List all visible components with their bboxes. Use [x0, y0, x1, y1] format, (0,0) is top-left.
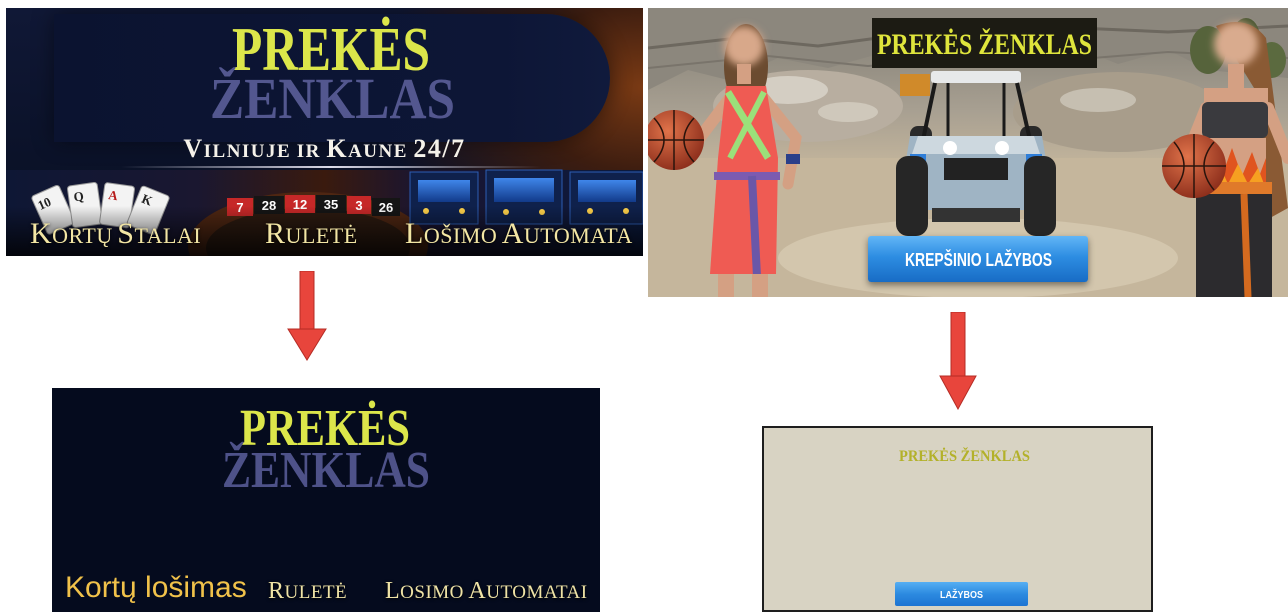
brand-line2: ŽENKLAS — [222, 441, 430, 499]
button-label: KREPŠINIO LAŽYBOS — [905, 249, 1052, 270]
category-roulette: RULETĖ — [268, 576, 347, 609]
arrow-down-icon — [287, 271, 327, 361]
tagline: VILNIUJE IR KAUNE 24/7 — [6, 134, 643, 168]
smallcaps-fragment: K — [326, 134, 349, 163]
smallcaps-fragment: R — [268, 578, 285, 604]
brand-line2: ŽENKLAS — [210, 66, 455, 131]
button-label-layer: LAŽYBOS — [940, 588, 983, 601]
smallcaps-fragment: ILNIUJE — [203, 141, 292, 162]
category-roulette: RULETĖ — [265, 216, 358, 256]
smallcaps-fragment: ULETĖ — [284, 582, 348, 603]
basketball-betting-button[interactable]: KREPŠINIO LAŽYBOS — [868, 236, 1088, 282]
betting-button[interactable]: LAŽYBOS — [895, 582, 1028, 606]
smallcaps-fragment: ORTŲ — [52, 223, 113, 248]
brand-label: PREKĖS ŽENKLAS — [877, 28, 1092, 61]
smallcaps-fragment: L — [385, 578, 401, 604]
smallcaps-fragment: OSIMO — [400, 582, 464, 603]
smallcaps-fragment: UTOMATA — [523, 223, 633, 248]
category-card-games: Kortų lošimas — [65, 571, 247, 604]
smallcaps-fragment: S — [117, 217, 135, 250]
blurred-face — [1214, 22, 1258, 66]
smallcaps-fragment: V — [183, 134, 204, 163]
brand-text: PREKĖS ŽENKLAS — [877, 28, 1092, 61]
casino-banner-revised: PREKĖS ŽENKLAS Kortų lošimas RULETĖ LOSI… — [52, 388, 600, 612]
smallcaps-fragment: R — [265, 217, 286, 250]
excavator — [900, 74, 930, 96]
smallcaps-fragment: A — [468, 578, 487, 604]
blurred-face — [724, 26, 764, 66]
smallcaps-fragment: UTOMATAI — [486, 582, 588, 603]
card-rank: Q — [73, 188, 85, 204]
button-label: LAŽYBOS — [940, 588, 983, 601]
category-slot-machines: LOSIMO AUTOMATAI — [385, 576, 588, 609]
brand-label-box: PREKĖS ŽENKLAS — [872, 18, 1097, 68]
divider-line — [121, 166, 541, 168]
sports-banner-original: PREKĖS ŽENKLAS KREPŠINIO LAŽYBOS — [648, 8, 1288, 297]
brand-text: PREKĖS ŽENKLAS — [899, 446, 1030, 465]
smallcaps-fragment: OŠIMO — [423, 223, 498, 248]
smallcaps-fragment: 24/7 — [413, 134, 466, 163]
smallcaps-fragment: A — [501, 217, 524, 250]
smallcaps-fragment: IR — [296, 141, 321, 162]
button-label-layer: KREPŠINIO LAŽYBOS — [905, 249, 1052, 270]
casino-banner-original: PREKĖS ŽENKLAS 10 Q A K 28 12 35 3 VILNI… — [6, 8, 643, 256]
category-slot-machines: LOŠIMO AUTOMATA — [405, 216, 633, 256]
smallcaps-fragment: ULETĖ — [285, 223, 358, 248]
smallcaps-fragment: AUNE — [348, 141, 408, 162]
smallcaps-fragment: TALAI — [134, 223, 202, 248]
arrow-down-icon — [939, 312, 977, 410]
sports-banner-revised: PREKĖS ŽENKLAS LAŽYBOS — [762, 426, 1153, 612]
category-card-tables: KORTŲ STALAI — [30, 216, 201, 256]
smallcaps-fragment: L — [405, 217, 424, 250]
smallcaps-fragment: K — [30, 217, 53, 250]
